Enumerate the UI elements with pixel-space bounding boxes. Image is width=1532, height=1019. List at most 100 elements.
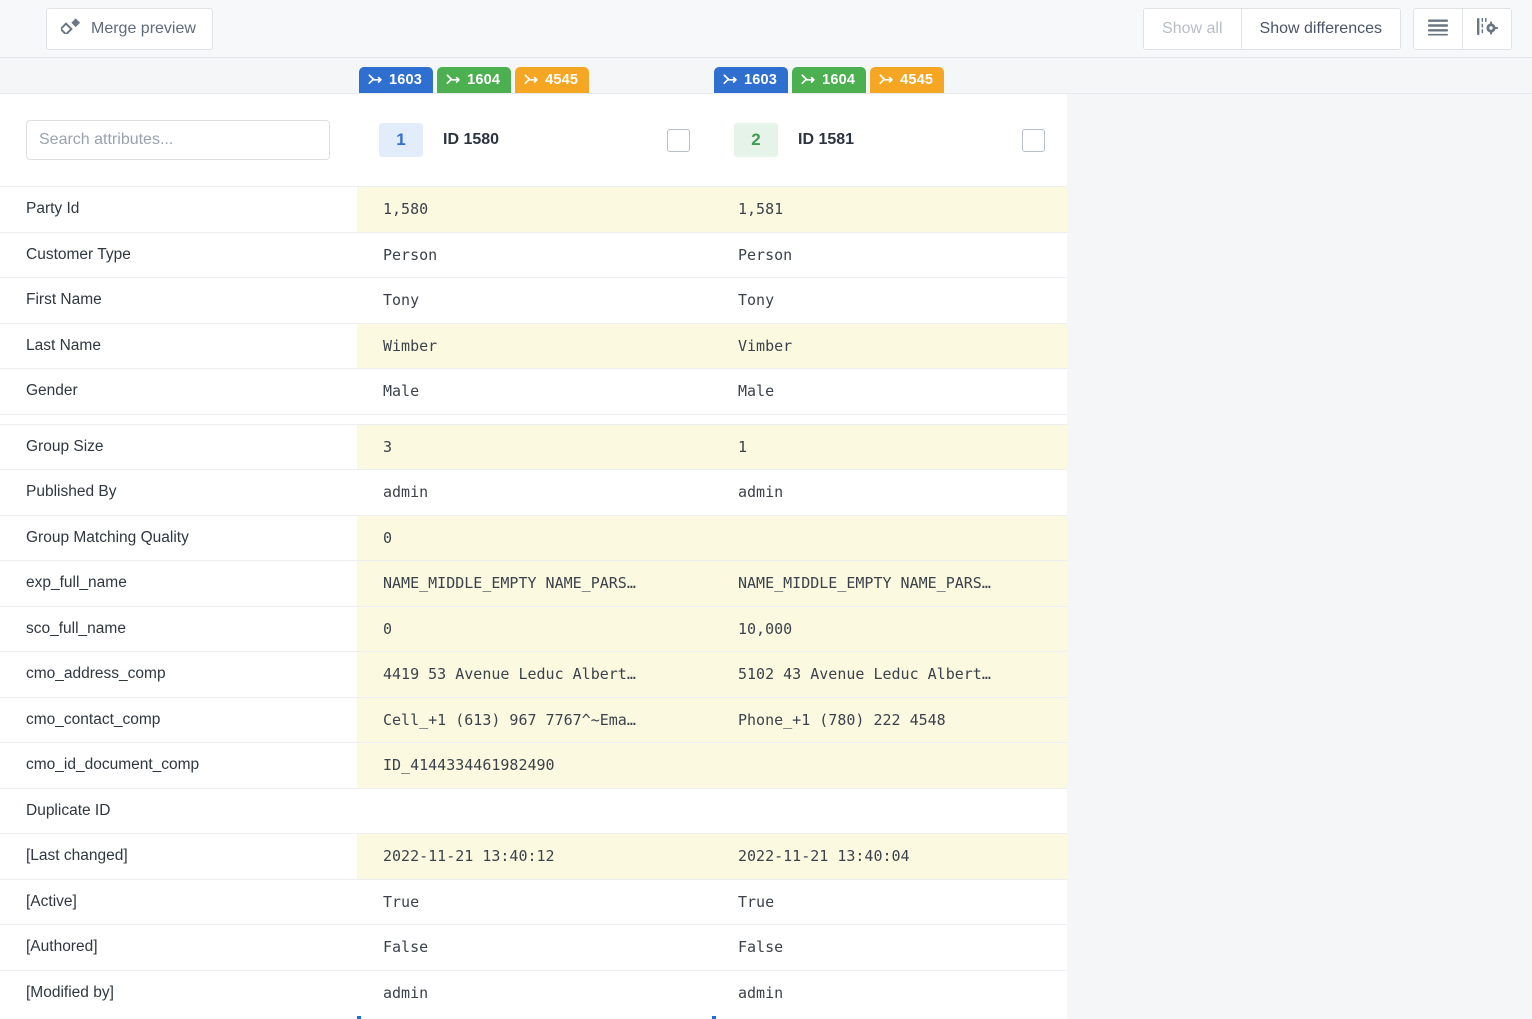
merge-preview-button[interactable]: Merge preview: [46, 8, 213, 50]
table-row: Group Matching Quality0: [0, 515, 1067, 561]
record-tab-label: 4545: [545, 72, 578, 88]
attribute-group-spacer: [0, 414, 1067, 424]
record-tab-1604-col1[interactable]: 1604: [437, 67, 511, 93]
record-tabs-1: 1603 1604 4545: [359, 67, 589, 93]
merge-branch-icon: [368, 74, 383, 86]
attribute-value-col1[interactable]: 4419 53 Avenue Leduc Albert…: [357, 652, 712, 698]
record-tab-4545-col1[interactable]: 4545: [515, 67, 589, 93]
attribute-value-col1[interactable]: True: [357, 879, 712, 925]
show-differences-button[interactable]: Show differences: [1242, 9, 1400, 49]
attribute-label: sco_full_name: [0, 606, 357, 652]
attribute-value-col1[interactable]: 1,580: [357, 187, 712, 233]
spacer-cell: [712, 414, 1067, 424]
attribute-label: [Last changed]: [0, 834, 357, 880]
attribute-value-col2[interactable]: 5102 43 Avenue Leduc Albert…: [712, 652, 1067, 698]
record-tab-label: 4545: [900, 72, 933, 88]
attribute-value-col1[interactable]: 0: [357, 606, 712, 652]
attribute-label: Group Matching Quality: [0, 515, 357, 561]
attribute-value-col2[interactable]: Vimber: [712, 323, 1067, 369]
attribute-value-col1[interactable]: Wimber: [357, 323, 712, 369]
merge-diamonds-icon: [61, 18, 81, 39]
table-row: cmo_address_comp4419 53 Avenue Leduc Alb…: [0, 652, 1067, 698]
attribute-label: cmo_id_document_comp: [0, 743, 357, 789]
record-tabs-2: 16031604 4545: [714, 67, 944, 93]
attribute-value-col1[interactable]: admin: [357, 470, 712, 516]
toolbar-right-controls: Show all Show differences: [1143, 8, 1512, 50]
column-settings-icon-button[interactable]: [1463, 9, 1511, 49]
attribute-value-col1[interactable]: False: [357, 925, 712, 971]
attribute-value-col2[interactable]: admin: [712, 970, 1067, 1016]
merge-branch-icon: [524, 74, 539, 86]
attribute-label: [Modified by]: [0, 970, 357, 1016]
record-number-badge-2: 2: [734, 123, 778, 157]
attribute-value-col1[interactable]: NAME_MIDDLE_EMPTY NAME_PARS…: [357, 561, 712, 607]
search-input[interactable]: [26, 120, 330, 160]
merge-branch-icon: [446, 74, 461, 86]
attribute-value-col2[interactable]: 1,581: [712, 187, 1067, 233]
attribute-label: cmo_contact_comp: [0, 697, 357, 743]
attribute-value-col1[interactable]: ID_4144334461982490: [357, 743, 712, 789]
attribute-label: exp_full_name: [0, 561, 357, 607]
attribute-label: Last Name: [0, 323, 357, 369]
attribute-label: Party Id: [0, 187, 357, 233]
record-number-badge-1: 1: [379, 123, 423, 157]
column-settings-gear-icon: [1476, 17, 1498, 41]
view-mode-button-group: Show all Show differences: [1143, 8, 1401, 50]
table-row: [Authored]FalseFalse: [0, 925, 1067, 971]
attribute-value-col1[interactable]: Cell_+1 (613) 967 7767^~Ema…: [357, 697, 712, 743]
attribute-value-col2[interactable]: 2022-11-21 13:40:04: [712, 834, 1067, 880]
attribute-value-col1[interactable]: 2022-11-21 13:40:12: [357, 834, 712, 880]
record-tab-4545-col2[interactable]: 4545: [870, 67, 944, 93]
layout-button-group: [1413, 8, 1512, 50]
attribute-value-col1[interactable]: Male: [357, 369, 712, 415]
show-all-button[interactable]: Show all: [1144, 9, 1241, 49]
attribute-value-col2[interactable]: Person: [712, 232, 1067, 278]
record-tab-1603-col1[interactable]: 1603: [359, 67, 433, 93]
table-row: First NameTonyTony: [0, 278, 1067, 324]
comparison-grid: 1 ID 1580 2 ID 1581 Party Id1,5801,581Cu…: [0, 94, 1532, 1019]
attribute-value-col2[interactable]: Phone_+1 (780) 222 4548: [712, 697, 1067, 743]
attribute-value-col2[interactable]: NAME_MIDDLE_EMPTY NAME_PARS…: [712, 561, 1067, 607]
record-header-cell-2: 2 ID 1581: [712, 94, 1067, 187]
attribute-value-col2[interactable]: True: [712, 879, 1067, 925]
attribute-value-col2[interactable]: [712, 743, 1067, 789]
merge-branch-icon: [879, 74, 894, 86]
table-row: Duplicate ID: [0, 788, 1067, 834]
table-row: exp_full_nameNAME_MIDDLE_EMPTY NAME_PARS…: [0, 561, 1067, 607]
attribute-value-col2[interactable]: [712, 788, 1067, 834]
record-tab-1603-col2[interactable]: 1603: [714, 67, 788, 93]
record-select-checkbox-2[interactable]: [1022, 129, 1045, 152]
record-tab-label: 1603: [389, 72, 422, 88]
table-row: [Modified by]adminadmin: [0, 970, 1067, 1016]
spacer-cell: [357, 414, 712, 424]
list-lines-icon-button[interactable]: [1414, 9, 1463, 49]
attribute-value-col1[interactable]: admin: [357, 970, 712, 1016]
record-header-cell-1: 1 ID 1580: [357, 94, 712, 187]
table-header-row: 1 ID 1580 2 ID 1581: [0, 94, 1067, 187]
attribute-value-col1[interactable]: 3: [357, 424, 712, 470]
attribute-value-col2[interactable]: False: [712, 925, 1067, 971]
attribute-value-col2[interactable]: 1: [712, 424, 1067, 470]
table-row: sco_full_name010,000: [0, 606, 1067, 652]
record-select-checkbox-1[interactable]: [667, 129, 690, 152]
table-row: GenderMaleMale: [0, 369, 1067, 415]
attribute-value-col1[interactable]: 0: [357, 515, 712, 561]
attribute-value-col2[interactable]: 10,000: [712, 606, 1067, 652]
attribute-label: Published By: [0, 470, 357, 516]
record-tab-1604-col2[interactable]: 1604: [792, 67, 866, 93]
record-header-2: 2 ID 1581: [712, 94, 1067, 186]
attribute-value-col2[interactable]: Male: [712, 369, 1067, 415]
table-row: [Last changed]2022-11-21 13:40:122022-11…: [0, 834, 1067, 880]
attribute-value-col2[interactable]: [712, 515, 1067, 561]
attribute-value-col1[interactable]: [357, 788, 712, 834]
attribute-value-col1[interactable]: Tony: [357, 278, 712, 324]
attribute-value-col2[interactable]: admin: [712, 470, 1067, 516]
attribute-value-col2[interactable]: Tony: [712, 278, 1067, 324]
search-cell: [0, 94, 357, 187]
record-id-label-1: ID 1580: [443, 131, 667, 149]
table-row: cmo_id_document_compID_4144334461982490: [0, 743, 1067, 789]
table-row: Customer TypePersonPerson: [0, 232, 1067, 278]
attribute-value-col1[interactable]: Person: [357, 232, 712, 278]
table-row: Party Id1,5801,581: [0, 187, 1067, 233]
record-tab-band: 160316044545 160316044545: [0, 58, 1532, 94]
